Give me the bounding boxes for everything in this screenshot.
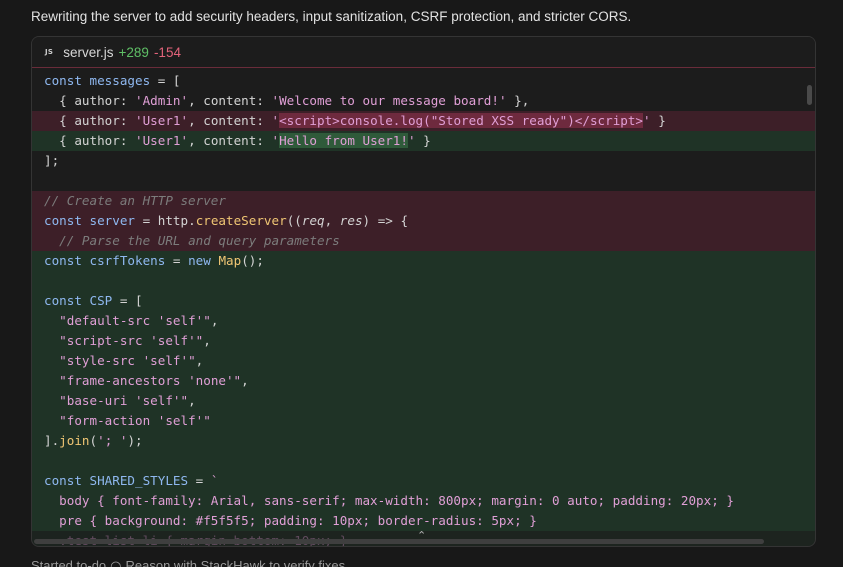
diff-panel: JS server.js +289 -154 const messages = … xyxy=(31,36,816,547)
file-name[interactable]: server.js xyxy=(63,45,113,60)
code-line-inserted: "script-src 'self'", xyxy=(32,331,815,351)
code-line-inserted: const csrfTokens = new Map(); xyxy=(32,251,815,271)
diff-top-strip xyxy=(32,67,815,68)
lines-added-count: +289 xyxy=(118,44,149,60)
code-line-deleted: const server = http.createServer((req, r… xyxy=(32,211,815,231)
todo-status: Started to-do xyxy=(31,558,107,567)
code-line-inserted xyxy=(32,451,815,471)
chevron-up-icon[interactable]: ⌃ xyxy=(417,529,426,542)
code-line-inserted: const SHARED_STYLES = ` xyxy=(32,471,815,491)
code-line-deleted: { author: 'User1', content: '<script>con… xyxy=(32,111,815,131)
code-line-inserted: body { font-family: Arial, sans-serif; m… xyxy=(32,491,815,511)
code-line: ]; xyxy=(44,153,60,168)
code-line-inserted: "base-uri 'self'", xyxy=(32,391,815,411)
code-line-inserted: ].join('; '); xyxy=(32,431,815,451)
lines-removed-count: -154 xyxy=(153,44,181,60)
code-line-inserted: "style-src 'self'", xyxy=(32,351,815,371)
intro-message: Rewriting the server to add security hea… xyxy=(31,9,632,24)
code-line-inserted: const CSP = [ xyxy=(32,291,815,311)
circle-icon: ○ xyxy=(110,559,122,567)
code-line-inserted: pre { background: #f5f5f5; padding: 10px… xyxy=(32,511,815,531)
page: Rewriting the server to add security hea… xyxy=(0,0,843,567)
js-file-icon: JS xyxy=(45,48,54,56)
todo-status-row: Started to-do ○ Reason with StackHawk to v… xyxy=(31,558,345,567)
vertical-scrollbar[interactable] xyxy=(807,85,812,105)
code-view[interactable]: const messages = [ { author: 'Admin', co… xyxy=(32,67,815,546)
code-line-inserted: "frame-ancestors 'none'", xyxy=(32,371,815,391)
horizontal-scrollbar[interactable] xyxy=(34,539,764,544)
code-line-inserted: "default-src 'self'", xyxy=(32,311,815,331)
code-line-inserted: "form-action 'self'" xyxy=(32,411,815,431)
code-line: const messages = [ xyxy=(44,73,181,88)
code-line: { author: 'Admin', content: 'Welcome to … xyxy=(44,93,530,108)
code-line-deleted: // Create an HTTP server xyxy=(32,191,815,211)
todo-task: Reason with StackHawk to verify fixes xyxy=(125,558,346,567)
file-header[interactable]: JS server.js +289 -154 xyxy=(32,37,815,67)
code-line-deleted: // Parse the URL and query parameters xyxy=(32,231,815,251)
code-line-inserted xyxy=(32,271,815,291)
code-line-inserted: { author: 'User1', content: 'Hello from … xyxy=(32,131,815,151)
